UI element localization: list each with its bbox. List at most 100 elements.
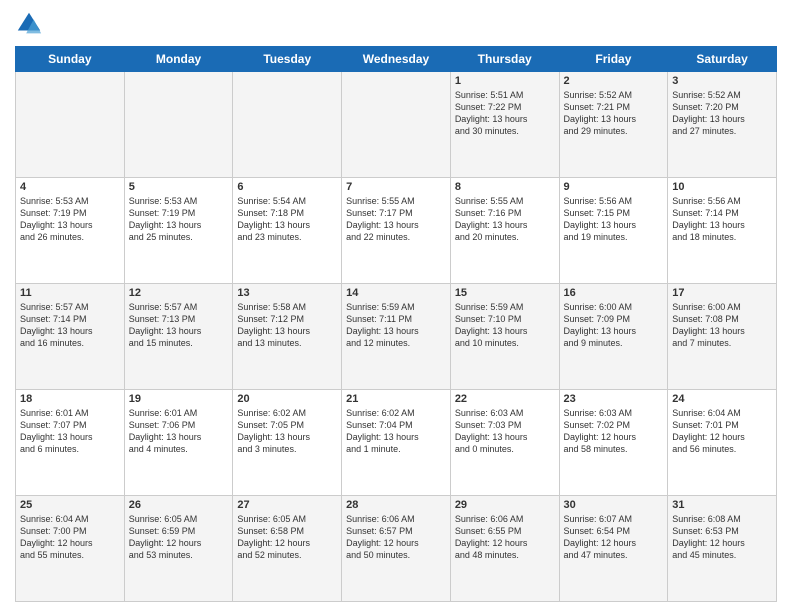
day-info: Sunrise: 6:01 AM Sunset: 7:07 PM Dayligh…	[20, 407, 120, 456]
calendar-cell: 24 Sunrise: 6:04 AM Sunset: 7:01 PM Dayli…	[668, 390, 777, 496]
day-info: Sunrise: 6:08 AM Sunset: 6:53 PM Dayligh…	[672, 513, 772, 562]
day-info: Sunrise: 5:56 AM Sunset: 7:14 PM Dayligh…	[672, 195, 772, 244]
calendar-cell: 2 Sunrise: 5:52 AM Sunset: 7:21 PM Daylig…	[559, 72, 668, 178]
logo	[15, 10, 47, 38]
calendar-cell: 25 Sunrise: 6:04 AM Sunset: 7:00 PM Dayli…	[16, 496, 125, 602]
calendar-cell: 27 Sunrise: 6:05 AM Sunset: 6:58 PM Dayli…	[233, 496, 342, 602]
day-number: 3	[672, 75, 772, 87]
day-number: 16	[564, 287, 664, 299]
page: SundayMondayTuesdayWednesdayThursdayFrid…	[0, 0, 792, 612]
day-info: Sunrise: 6:01 AM Sunset: 7:06 PM Dayligh…	[129, 407, 229, 456]
calendar-cell	[124, 72, 233, 178]
day-info: Sunrise: 5:52 AM Sunset: 7:20 PM Dayligh…	[672, 89, 772, 138]
day-number: 21	[346, 393, 446, 405]
calendar-cell	[16, 72, 125, 178]
day-info: Sunrise: 6:00 AM Sunset: 7:08 PM Dayligh…	[672, 301, 772, 350]
day-info: Sunrise: 6:03 AM Sunset: 7:03 PM Dayligh…	[455, 407, 555, 456]
day-number: 25	[20, 499, 120, 511]
day-info: Sunrise: 5:56 AM Sunset: 7:15 PM Dayligh…	[564, 195, 664, 244]
day-number: 11	[20, 287, 120, 299]
day-number: 9	[564, 181, 664, 193]
calendar-cell: 22 Sunrise: 6:03 AM Sunset: 7:03 PM Dayli…	[450, 390, 559, 496]
calendar-cell: 6Sunrise: 5:54 AM Sunset: 7:18 PM Daylig…	[233, 178, 342, 284]
day-number: 7	[346, 181, 446, 193]
calendar-cell: 8 Sunrise: 5:55 AM Sunset: 7:16 PM Daylig…	[450, 178, 559, 284]
day-header-monday: Monday	[124, 47, 233, 72]
day-number: 1	[455, 75, 555, 87]
calendar-cell: 19 Sunrise: 6:01 AM Sunset: 7:06 PM Dayli…	[124, 390, 233, 496]
calendar-cell: 31 Sunrise: 6:08 AM Sunset: 6:53 PM Dayli…	[668, 496, 777, 602]
day-header-thursday: Thursday	[450, 47, 559, 72]
day-info: Sunrise: 5:57 AM Sunset: 7:13 PM Dayligh…	[129, 301, 229, 350]
day-info: Sunrise: 5:57 AM Sunset: 7:14 PM Dayligh…	[20, 301, 120, 350]
day-number: 27	[237, 499, 337, 511]
day-header-sunday: Sunday	[16, 47, 125, 72]
calendar-week-4: 18 Sunrise: 6:01 AM Sunset: 7:07 PM Dayli…	[16, 390, 777, 496]
day-number: 5	[129, 181, 229, 193]
day-info: Sunrise: 6:02 AM Sunset: 7:04 PM Dayligh…	[346, 407, 446, 456]
day-number: 14	[346, 287, 446, 299]
calendar-cell: 13 Sunrise: 5:58 AM Sunset: 7:12 PM Dayli…	[233, 284, 342, 390]
day-info: Sunrise: 6:04 AM Sunset: 7:00 PM Dayligh…	[20, 513, 120, 562]
day-info: Sunrise: 5:59 AM Sunset: 7:11 PM Dayligh…	[346, 301, 446, 350]
calendar-cell: 26 Sunrise: 6:05 AM Sunset: 6:59 PM Dayli…	[124, 496, 233, 602]
day-info: Sunrise: 5:51 AM Sunset: 7:22 PM Dayligh…	[455, 89, 555, 138]
day-number: 31	[672, 499, 772, 511]
day-number: 22	[455, 393, 555, 405]
calendar-cell: 23 Sunrise: 6:03 AM Sunset: 7:02 PM Dayli…	[559, 390, 668, 496]
calendar-cell: 12 Sunrise: 5:57 AM Sunset: 7:13 PM Dayli…	[124, 284, 233, 390]
day-number: 10	[672, 181, 772, 193]
calendar-week-5: 25 Sunrise: 6:04 AM Sunset: 7:00 PM Dayli…	[16, 496, 777, 602]
calendar-week-2: 4Sunrise: 5:53 AM Sunset: 7:19 PM Daylig…	[16, 178, 777, 284]
calendar-cell: 9 Sunrise: 5:56 AM Sunset: 7:15 PM Daylig…	[559, 178, 668, 284]
day-info: Sunrise: 6:00 AM Sunset: 7:09 PM Dayligh…	[564, 301, 664, 350]
calendar-table: SundayMondayTuesdayWednesdayThursdayFrid…	[15, 46, 777, 602]
day-info: Sunrise: 5:52 AM Sunset: 7:21 PM Dayligh…	[564, 89, 664, 138]
day-info: Sunrise: 6:04 AM Sunset: 7:01 PM Dayligh…	[672, 407, 772, 456]
day-info: Sunrise: 5:58 AM Sunset: 7:12 PM Dayligh…	[237, 301, 337, 350]
calendar-cell: 11 Sunrise: 5:57 AM Sunset: 7:14 PM Dayli…	[16, 284, 125, 390]
day-number: 12	[129, 287, 229, 299]
day-number: 19	[129, 393, 229, 405]
calendar-cell: 1 Sunrise: 5:51 AM Sunset: 7:22 PM Daylig…	[450, 72, 559, 178]
calendar-week-3: 11 Sunrise: 5:57 AM Sunset: 7:14 PM Dayli…	[16, 284, 777, 390]
calendar-cell: 21 Sunrise: 6:02 AM Sunset: 7:04 PM Dayli…	[342, 390, 451, 496]
day-number: 29	[455, 499, 555, 511]
day-info: Sunrise: 6:05 AM Sunset: 6:59 PM Dayligh…	[129, 513, 229, 562]
day-number: 26	[129, 499, 229, 511]
day-number: 2	[564, 75, 664, 87]
day-info: Sunrise: 6:02 AM Sunset: 7:05 PM Dayligh…	[237, 407, 337, 456]
calendar-header-row: SundayMondayTuesdayWednesdayThursdayFrid…	[16, 47, 777, 72]
calendar-cell: 15Sunrise: 5:59 AM Sunset: 7:10 PM Dayli…	[450, 284, 559, 390]
calendar-cell: 5 Sunrise: 5:53 AM Sunset: 7:19 PM Daylig…	[124, 178, 233, 284]
day-info: Sunrise: 6:07 AM Sunset: 6:54 PM Dayligh…	[564, 513, 664, 562]
day-info: Sunrise: 5:54 AM Sunset: 7:18 PM Dayligh…	[237, 195, 337, 244]
day-number: 15	[455, 287, 555, 299]
calendar-cell: 29Sunrise: 6:06 AM Sunset: 6:55 PM Dayli…	[450, 496, 559, 602]
day-info: Sunrise: 6:05 AM Sunset: 6:58 PM Dayligh…	[237, 513, 337, 562]
day-number: 28	[346, 499, 446, 511]
calendar-cell: 30 Sunrise: 6:07 AM Sunset: 6:54 PM Dayli…	[559, 496, 668, 602]
logo-icon	[15, 10, 43, 38]
day-number: 23	[564, 393, 664, 405]
day-info: Sunrise: 5:55 AM Sunset: 7:16 PM Dayligh…	[455, 195, 555, 244]
day-info: Sunrise: 6:03 AM Sunset: 7:02 PM Dayligh…	[564, 407, 664, 456]
calendar-cell: 18 Sunrise: 6:01 AM Sunset: 7:07 PM Dayli…	[16, 390, 125, 496]
day-number: 24	[672, 393, 772, 405]
day-number: 30	[564, 499, 664, 511]
day-number: 18	[20, 393, 120, 405]
day-number: 8	[455, 181, 555, 193]
day-info: Sunrise: 5:53 AM Sunset: 7:19 PM Dayligh…	[129, 195, 229, 244]
day-number: 13	[237, 287, 337, 299]
day-info: Sunrise: 5:55 AM Sunset: 7:17 PM Dayligh…	[346, 195, 446, 244]
calendar-cell: 28 Sunrise: 6:06 AM Sunset: 6:57 PM Dayli…	[342, 496, 451, 602]
calendar-cell: 16 Sunrise: 6:00 AM Sunset: 7:09 PM Dayli…	[559, 284, 668, 390]
calendar-cell: 4Sunrise: 5:53 AM Sunset: 7:19 PM Daylig…	[16, 178, 125, 284]
day-info: Sunrise: 6:06 AM Sunset: 6:57 PM Dayligh…	[346, 513, 446, 562]
day-header-friday: Friday	[559, 47, 668, 72]
header	[15, 10, 777, 38]
calendar-cell: 17Sunrise: 6:00 AM Sunset: 7:08 PM Dayli…	[668, 284, 777, 390]
calendar-cell: 10 Sunrise: 5:56 AM Sunset: 7:14 PM Dayli…	[668, 178, 777, 284]
calendar-cell: 14 Sunrise: 5:59 AM Sunset: 7:11 PM Dayli…	[342, 284, 451, 390]
day-number: 20	[237, 393, 337, 405]
